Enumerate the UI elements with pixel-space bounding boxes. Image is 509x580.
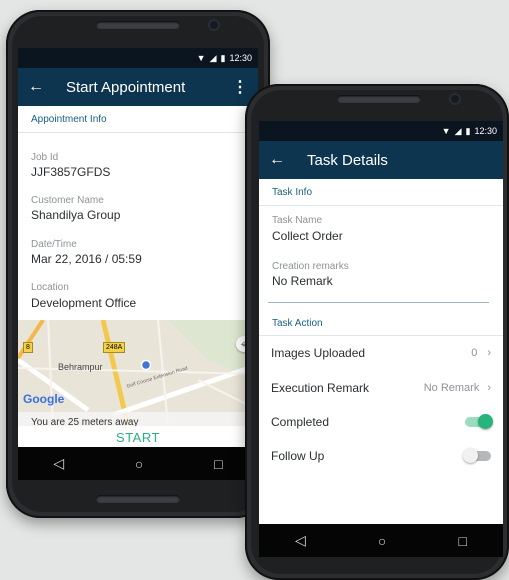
nav-home-icon[interactable]: ○	[378, 533, 386, 549]
status-bar: ▼ ◢ ▮ 12:30	[18, 48, 258, 68]
back-arrow-icon[interactable]: ←	[259, 151, 295, 169]
task-name-value: Collect Order	[272, 229, 343, 243]
map-place-label: Behrampur	[58, 362, 103, 372]
follow-up-label: Follow Up	[271, 449, 325, 463]
execution-remark-row[interactable]: Execution Remark No Remark ›	[271, 381, 491, 395]
creation-remarks-label: Creation remarks	[272, 261, 349, 272]
images-uploaded-label: Images Uploaded	[271, 346, 366, 360]
bottom-speaker	[96, 495, 180, 503]
location-value: Development Office	[31, 296, 137, 310]
page-title: Task Details	[307, 151, 388, 169]
date-time-label: Date/Time	[31, 239, 77, 250]
screen-task: ▼ ◢ ▮ 12:30 ← Task Details Task Info Tas…	[259, 121, 503, 557]
nav-home-icon[interactable]: ○	[135, 456, 143, 472]
wifi-icon: ▼	[441, 126, 451, 136]
nav-recents-icon[interactable]: □	[214, 456, 222, 472]
battery-icon: ▮	[465, 125, 471, 136]
images-uploaded-row[interactable]: Images Uploaded 0 ›	[271, 346, 491, 360]
signal-icon: ◢	[454, 125, 462, 136]
app-bar: ← Task Details	[259, 141, 503, 179]
status-time: 12:30	[474, 126, 497, 136]
customer-name-value: Shandilya Group	[31, 208, 121, 222]
nav-back-icon[interactable]: ◁	[53, 455, 64, 472]
completed-toggle[interactable]	[465, 414, 493, 429]
google-logo: Google	[23, 392, 65, 406]
distance-text: You are 25 meters away	[31, 417, 139, 426]
page-title: Start Appointment	[66, 78, 186, 96]
job-id-value: JJF3857GFDS	[31, 165, 111, 179]
location-label: Location	[31, 282, 69, 293]
phone-frame-appointment: ▼ ◢ ▮ 12:30 ← Start Appointment ⋮ Appoin…	[6, 10, 270, 518]
status-bar: ▼ ◢ ▮ 12:30	[259, 121, 503, 141]
section-task-action: Task Action	[272, 318, 323, 329]
toggle-knob	[478, 414, 493, 429]
battery-icon: ▮	[220, 52, 226, 63]
back-arrow-icon[interactable]: ←	[18, 78, 54, 96]
execution-remark-value: No Remark	[423, 382, 480, 394]
divider	[268, 302, 489, 303]
screen-appointment: ▼ ◢ ▮ 12:30 ← Start Appointment ⋮ Appoin…	[18, 48, 258, 480]
job-id-label: Job Id	[31, 152, 59, 163]
execution-remark-label: Execution Remark	[271, 381, 370, 395]
system-nav-bar: ◁ ○ □	[18, 447, 258, 480]
completed-row: Completed	[271, 414, 493, 429]
distance-banner: You are 25 meters away	[18, 412, 258, 426]
customer-name-label: Customer Name	[31, 195, 104, 206]
creation-remarks-value: No Remark	[272, 274, 333, 288]
date-time-value: Mar 22, 2016 / 05:59	[31, 252, 142, 266]
nav-recents-icon[interactable]: □	[458, 533, 466, 549]
status-time: 12:30	[229, 53, 252, 63]
follow-up-toggle[interactable]	[463, 448, 491, 463]
start-button[interactable]: START	[18, 426, 258, 448]
chevron-right-icon: ›	[487, 347, 491, 359]
section-appointment-info: Appointment Info	[31, 114, 107, 125]
task-name-label: Task Name	[272, 215, 323, 226]
nav-back-icon[interactable]: ◁	[295, 532, 306, 549]
toggle-knob	[463, 448, 478, 463]
chevron-right-icon: ›	[487, 382, 491, 394]
follow-up-row: Follow Up	[271, 448, 491, 463]
app-bar: ← Start Appointment ⋮	[18, 68, 258, 106]
images-uploaded-count: 0	[471, 347, 478, 359]
signal-icon: ◢	[209, 52, 217, 63]
top-speaker	[337, 95, 421, 103]
completed-label: Completed	[271, 415, 330, 429]
overflow-menu-icon[interactable]: ⋮	[232, 77, 248, 97]
section-task-info: Task Info	[272, 187, 313, 198]
front-camera	[210, 21, 218, 29]
route-shield-248a: 248A	[103, 342, 126, 353]
top-speaker	[96, 21, 180, 29]
system-nav-bar: ◁ ○ □	[259, 524, 503, 557]
start-button-label: START	[116, 429, 160, 445]
front-camera	[451, 95, 459, 103]
phone-frame-task: ▼ ◢ ▮ 12:30 ← Task Details Task Info Tas…	[245, 84, 509, 580]
wifi-icon: ▼	[196, 53, 206, 63]
route-shield-8: 8	[23, 342, 33, 353]
location-map[interactable]: 8 248A Behrampur Golf Course Extension R…	[18, 320, 258, 426]
